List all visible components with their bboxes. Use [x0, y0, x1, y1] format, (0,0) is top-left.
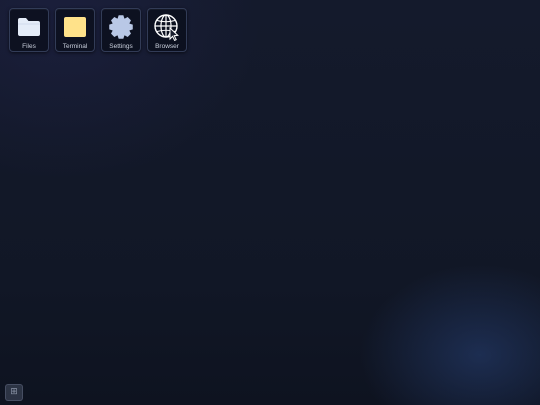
settings-app-tile[interactable]: Settings	[101, 8, 141, 52]
gear-shape	[109, 15, 133, 39]
app-launcher-button[interactable]: ⊞	[5, 384, 23, 401]
terminal-app-label: Terminal	[62, 43, 88, 50]
gear-icon	[107, 13, 135, 41]
globe-icon	[153, 13, 181, 41]
browser-app-label: Browser	[155, 43, 179, 50]
settings-app-label: Settings	[109, 43, 133, 50]
files-app-label: Files	[22, 43, 36, 50]
grid-icon: ⊞	[10, 387, 18, 397]
desktop: Files Terminal Settings Browser ⊞	[0, 0, 540, 405]
browser-app-tile[interactable]: Browser	[147, 8, 187, 52]
desktop-icon-row: Files Terminal Settings Browser	[9, 8, 187, 52]
terminal-icon	[61, 13, 89, 41]
terminal-app-tile[interactable]: Terminal	[55, 8, 95, 52]
files-app-tile[interactable]: Files	[9, 8, 49, 52]
folder-icon	[15, 13, 43, 41]
